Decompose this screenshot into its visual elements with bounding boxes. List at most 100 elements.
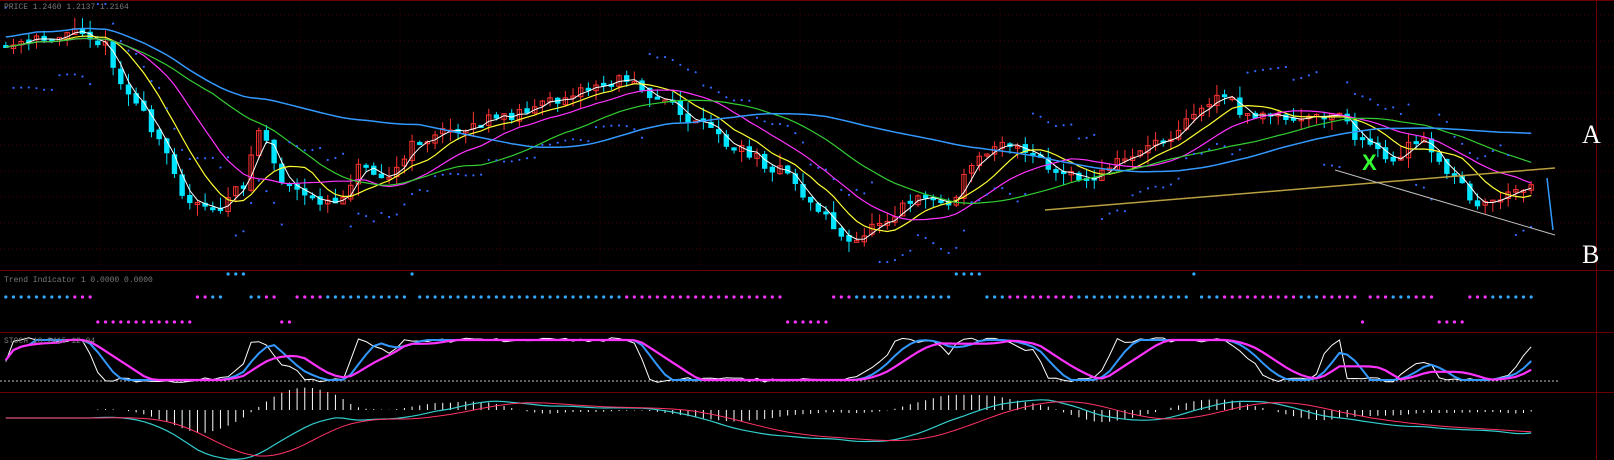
psar-dot	[1077, 137, 1081, 140]
trend-dot	[1023, 295, 1027, 299]
candle-body	[1290, 117, 1297, 121]
candle	[601, 75, 607, 93]
psar-dot	[1514, 233, 1517, 237]
trend-dot	[1261, 295, 1265, 299]
psar-dot	[1323, 163, 1326, 166]
psar-dot	[1047, 121, 1050, 124]
trend-dot	[594, 295, 598, 299]
trend-dot	[985, 295, 989, 299]
trend-dot	[602, 295, 606, 299]
candle-body	[1359, 137, 1366, 141]
psar-dot	[878, 260, 881, 264]
trend-dot	[1399, 295, 1403, 299]
candle-body	[156, 129, 162, 140]
psar-dot	[1208, 148, 1211, 151]
trend-dot	[142, 320, 146, 324]
psar-dot	[119, 40, 122, 43]
trend-dot	[517, 295, 521, 299]
psar-dot	[518, 158, 521, 161]
psar-dot	[380, 211, 383, 215]
candle	[148, 105, 155, 138]
trend-dot	[908, 295, 912, 299]
psar-dot	[932, 242, 935, 245]
trend-dot	[801, 320, 805, 324]
candle	[1367, 130, 1373, 147]
psar-dot	[1070, 123, 1073, 126]
trend-dot	[1330, 295, 1334, 299]
trend-dot	[878, 295, 882, 299]
candle	[731, 147, 737, 154]
trend-dot	[241, 272, 246, 276]
psar-dot	[1261, 68, 1264, 71]
psar-dot	[464, 174, 467, 177]
candle	[1436, 152, 1442, 165]
psar-dot	[142, 65, 145, 68]
candle-body	[210, 207, 216, 211]
psar-dot	[1399, 112, 1402, 116]
candle-body	[417, 142, 423, 146]
trend-dot	[180, 320, 184, 324]
trend-dot	[1391, 295, 1395, 299]
psar-dot	[602, 125, 605, 128]
trend-dot	[1192, 272, 1196, 276]
trend-dot	[663, 295, 667, 299]
psar-dot	[410, 192, 414, 196]
trend-dot	[1107, 295, 1112, 299]
candle-body	[41, 35, 47, 41]
psar-dot	[43, 88, 46, 91]
trend-dot	[1437, 320, 1441, 324]
candle-body	[125, 84, 132, 95]
trend-dot	[494, 295, 498, 299]
trend-dot	[993, 295, 997, 299]
trend-dot	[11, 295, 16, 299]
trend-dot	[870, 295, 874, 299]
psar-dot	[847, 193, 851, 196]
candle	[194, 200, 201, 216]
trend-dot	[954, 272, 958, 276]
trend-indicator-panel	[4, 272, 1533, 324]
candle-body	[118, 68, 124, 85]
trend-dot	[1245, 295, 1250, 299]
trend-dot	[372, 295, 376, 299]
psar-dot	[801, 141, 805, 144]
trend-dot	[1123, 295, 1127, 299]
trend-dot	[1452, 320, 1457, 324]
psar-dot	[1307, 74, 1310, 77]
trend-dot	[1368, 295, 1372, 299]
trend-dot	[1138, 295, 1142, 299]
psar-dot	[250, 201, 253, 205]
trend-dot	[1008, 295, 1012, 299]
trend-dot	[632, 295, 636, 299]
trend-dot	[1445, 320, 1449, 324]
psar-dot	[1108, 212, 1111, 215]
trend-dot	[1222, 295, 1227, 299]
psar-dot	[242, 230, 245, 233]
candle	[1060, 163, 1067, 185]
trend-dot	[272, 295, 276, 299]
psar-dot	[771, 122, 774, 126]
psar-dot	[1315, 71, 1318, 74]
psar-dot	[840, 188, 843, 192]
candle-body	[807, 196, 814, 203]
trend-dot	[218, 295, 223, 299]
psar-dot	[1039, 115, 1042, 118]
psar-dot	[863, 192, 866, 195]
trend-dot	[1521, 295, 1526, 299]
psar-dot	[479, 173, 483, 176]
candle	[853, 231, 860, 243]
psar-dot	[794, 132, 797, 135]
psar-dot	[824, 168, 828, 171]
psar-dot	[1154, 185, 1157, 188]
psar-dot	[564, 139, 567, 142]
psar-dot	[257, 179, 260, 182]
psar-dot	[502, 160, 506, 163]
ma-fast-line	[5, 31, 1532, 240]
trend-dot	[410, 272, 414, 276]
trend-dot	[188, 320, 192, 324]
candle	[1428, 132, 1435, 163]
psar-dot	[158, 86, 161, 89]
psar-dot	[165, 107, 168, 110]
candle-body	[378, 173, 385, 179]
trend-dot	[1184, 295, 1188, 299]
psar-dot	[1300, 76, 1303, 80]
